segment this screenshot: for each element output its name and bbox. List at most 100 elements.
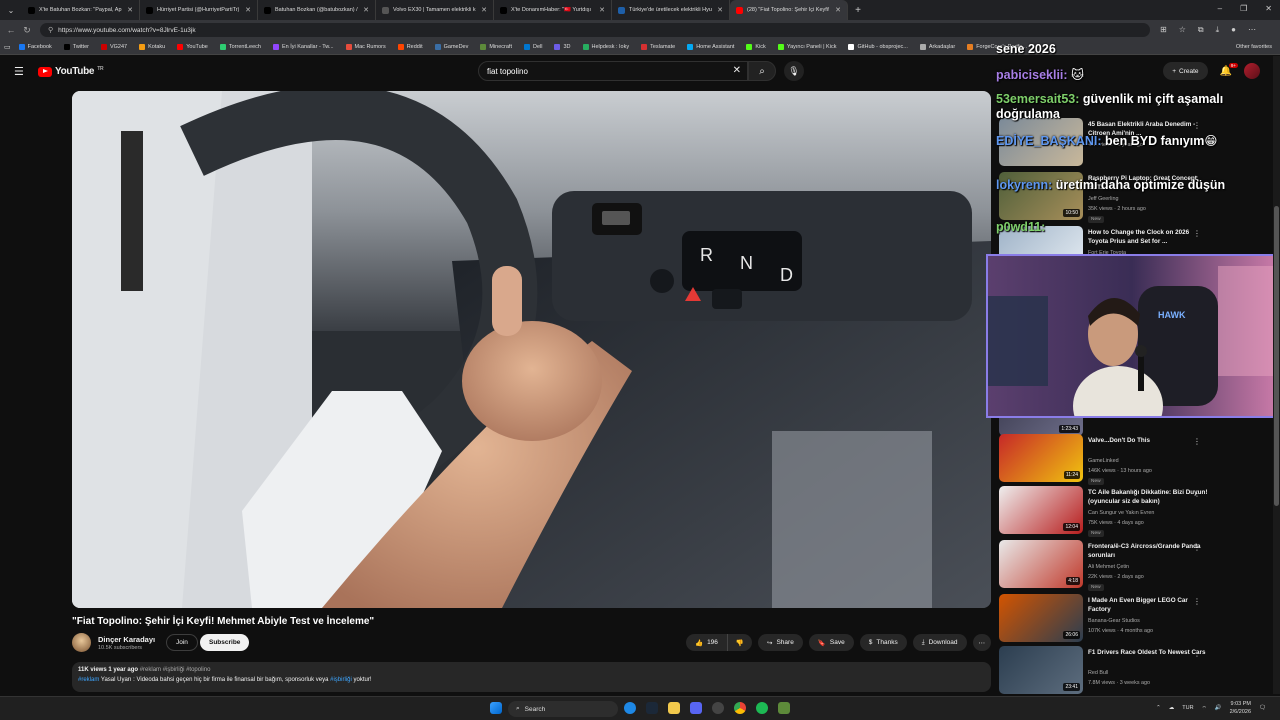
close-tab-icon[interactable]: ✕: [245, 6, 251, 14]
recommendation-title[interactable]: F1 Drivers Race Oldest To Newest Cars: [1088, 649, 1208, 658]
reload-icon[interactable]: ↻: [22, 25, 32, 36]
discord-icon[interactable]: [690, 702, 702, 714]
close-tab-icon[interactable]: ✕: [599, 6, 605, 14]
close-window-icon[interactable]: ✕: [1265, 4, 1272, 13]
download-button[interactable]: ⤓ Download: [912, 634, 967, 651]
bookmark-item[interactable]: YouTube: [177, 44, 208, 50]
bookmark-item[interactable]: 3D: [554, 44, 571, 50]
download-icon[interactable]: ⤓: [1216, 25, 1220, 35]
steam-icon[interactable]: [646, 702, 658, 714]
recommendation-title[interactable]: Valve...Don't Do This: [1088, 437, 1208, 446]
minimize-icon[interactable]: –: [1218, 4, 1222, 13]
recommendation-channel[interactable]: Banana-Gear Studios: [1088, 618, 1140, 624]
voice-search-button[interactable]: 🎙: [784, 61, 804, 81]
bookmark-item[interactable]: Home Assistant: [687, 44, 734, 50]
browser-tab[interactable]: X'te Batuhan Bozkan: "Paypal, Ap ✕: [22, 0, 140, 20]
star-icon[interactable]: ☆: [1179, 25, 1186, 35]
extensions-icon[interactable]: ⧉: [1198, 25, 1204, 35]
bookmark-item[interactable]: Twitter: [63, 44, 89, 50]
account-avatar[interactable]: [1244, 63, 1260, 79]
site-info-icon[interactable]: ⚲: [48, 26, 53, 34]
dislike-button[interactable]: 👎: [728, 639, 752, 647]
recommendation-thumbnail[interactable]: 12:04: [999, 486, 1083, 534]
url-field[interactable]: ⚲ https://www.youtube.com/watch?v=8JlrvE…: [40, 23, 1150, 37]
browser-tab[interactable]: (28) "Fiat Topolino: Şehir İçi Keyfi! ✕: [730, 0, 848, 20]
bookmark-item[interactable]: Kick: [746, 44, 766, 50]
clock[interactable]: 9:03 PM 2/6/2026: [1230, 700, 1251, 716]
new-tab-button[interactable]: +: [848, 5, 868, 16]
file-explorer-icon[interactable]: [668, 702, 680, 714]
recommendation-thumbnail[interactable]: 26:06: [999, 594, 1083, 642]
close-tab-icon[interactable]: ✕: [481, 6, 487, 14]
recommendation-more-icon[interactable]: ⋮: [1193, 597, 1201, 606]
thanks-button[interactable]: $ Thanks: [859, 634, 907, 651]
profile-icon[interactable]: ●: [1231, 25, 1236, 35]
channel-avatar[interactable]: [72, 633, 91, 652]
search-input[interactable]: fiat topolino ✕: [478, 61, 748, 81]
recommendation-channel[interactable]: GameLinked: [1088, 458, 1119, 464]
bookmark-item[interactable]: Dell: [524, 44, 542, 50]
hashtag-link[interactable]: #reklam: [78, 677, 99, 683]
recommendation-title[interactable]: I Made An Even Bigger LEGO Car Factory: [1088, 597, 1208, 614]
taskbar-search[interactable]: ⌕ Search: [508, 701, 618, 717]
recommendation-item[interactable]: 26:06 I Made An Even Bigger LEGO Car Fact…: [997, 594, 1227, 644]
spotify-icon[interactable]: [756, 702, 768, 714]
scrollbar-thumb[interactable]: [1274, 206, 1279, 506]
recommendation-channel[interactable]: Ali Mehmet Çetin: [1088, 564, 1129, 570]
back-icon[interactable]: ←: [6, 25, 16, 35]
apps-icon[interactable]: ▭: [4, 43, 11, 51]
recommendation-more-icon[interactable]: ⋮: [1193, 649, 1201, 658]
bookmark-item[interactable]: Mac Rumors: [345, 44, 386, 50]
recommendation-channel[interactable]: Can Sungur ve Yakın Evren: [1088, 510, 1154, 516]
recommendation-channel[interactable]: Jeff Geerling: [1088, 196, 1118, 202]
join-button[interactable]: Join: [166, 634, 198, 651]
notification-center-icon[interactable]: 🗨: [1259, 705, 1266, 711]
recommendation-title[interactable]: Frontera/ë-C3 Aircross/Grande Panda soru…: [1088, 543, 1208, 560]
share-button[interactable]: ↪ Share: [758, 634, 803, 651]
onedrive-icon[interactable]: ☁: [1169, 705, 1175, 711]
recommendation-more-icon[interactable]: ⋮: [1193, 489, 1201, 498]
recommendation-more-icon[interactable]: ⋮: [1193, 543, 1201, 552]
bookmark-item[interactable]: Minecraft: [480, 44, 512, 50]
bookmark-item[interactable]: En İyi Kanallar - Tw...: [272, 44, 334, 50]
hamburger-menu-icon[interactable]: ☰: [14, 65, 24, 78]
browser-tab[interactable]: Volvo EX30 | Tamamen elektrikli k ✕: [376, 0, 494, 20]
recommendation-item[interactable]: 11:24 Valve...Don't Do This GameLinked 146K…: [997, 434, 1227, 485]
language-indicator[interactable]: TUR: [1182, 705, 1193, 711]
like-button[interactable]: 👍 196: [686, 634, 728, 651]
description-box[interactable]: 11K views 1 year ago #reklam #işbirliği …: [72, 662, 991, 692]
recommendation-item[interactable]: 4:18 Frontera/ë-C3 Aircross/Grande Panda …: [997, 540, 1227, 591]
bookmark-item[interactable]: GameDev: [434, 44, 468, 50]
edge-icon[interactable]: [624, 702, 636, 714]
bookmark-item[interactable]: Helpdesk : Ioky: [582, 44, 629, 50]
browser-tab[interactable]: Batuhan Bozkan (@batubozkan) / ✕: [258, 0, 376, 20]
tab-search-icon[interactable]: ⌄: [0, 6, 22, 15]
bookmark-item[interactable]: VG247: [100, 44, 127, 50]
close-tab-icon[interactable]: ✕: [717, 6, 723, 14]
recommendation-thumbnail[interactable]: 11:24: [999, 434, 1083, 482]
recommendation-more-icon[interactable]: ⋮: [1193, 437, 1201, 446]
maximize-icon[interactable]: ❐: [1240, 4, 1247, 13]
bookmark-item[interactable]: Arkadaşlar: [919, 44, 955, 50]
chrome-icon[interactable]: [734, 702, 746, 714]
recommendation-title[interactable]: TC Aile Bakanlığı Dikkatine: Bizi Duyun!…: [1088, 489, 1208, 506]
menu-icon[interactable]: ⋯: [1248, 25, 1256, 35]
recommendation-thumbnail[interactable]: 4:18: [999, 540, 1083, 588]
obs-icon[interactable]: [712, 702, 724, 714]
close-tab-icon[interactable]: ✕: [363, 6, 369, 14]
bookmark-item[interactable]: Facebook: [18, 44, 52, 50]
other-favorites[interactable]: Other favorites: [1236, 44, 1272, 50]
browser-tab[interactable]: X'te DonanımHaber: "🇹🇷 Yurtdışı ✕: [494, 0, 612, 20]
bookmark-item[interactable]: Yayıncı Paneli | Kick: [777, 44, 836, 50]
recommendation-channel[interactable]: Red Bull: [1088, 670, 1108, 676]
bookmark-item[interactable]: Teslamate: [641, 44, 675, 50]
youtube-logo[interactable]: YouTube TR: [38, 66, 104, 77]
recommendation-item[interactable]: 23:41 F1 Drivers Race Oldest To Newest Ca…: [997, 646, 1227, 696]
recommendation-more-icon[interactable]: ⋮: [1193, 121, 1201, 130]
hashtag-link[interactable]: #işbirliği: [330, 677, 352, 683]
subscribe-button[interactable]: Subscribe: [200, 634, 250, 651]
volume-icon[interactable]: 🔊: [1215, 705, 1222, 711]
save-button[interactable]: 🔖 Save: [808, 634, 854, 651]
recommendation-item[interactable]: 12:04 TC Aile Bakanlığı Dikkatine: Bizi D…: [997, 486, 1227, 537]
clear-search-icon[interactable]: ✕: [733, 65, 741, 76]
